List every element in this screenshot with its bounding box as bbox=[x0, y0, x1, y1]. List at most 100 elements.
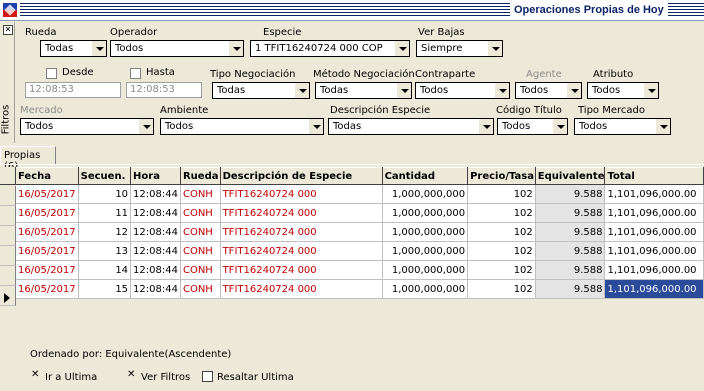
tipo-mercado-select[interactable]: Todos bbox=[574, 118, 671, 135]
chevron-down-icon[interactable] bbox=[487, 41, 502, 56]
desde-time-field[interactable]: 12:08:53 bbox=[25, 82, 121, 98]
table-cell[interactable]: 12:08:44 bbox=[130, 184, 181, 204]
table-cell[interactable]: 15 bbox=[78, 279, 132, 299]
table-cell[interactable]: 9.588 bbox=[535, 279, 606, 299]
table-cell[interactable]: 102 bbox=[467, 241, 536, 261]
table-cell[interactable]: 102 bbox=[467, 279, 536, 299]
column-header[interactable]: Secuen. bbox=[78, 167, 132, 185]
hasta-checkbox[interactable] bbox=[130, 68, 141, 79]
table-cell[interactable]: 11 bbox=[78, 203, 132, 223]
table-cell[interactable]: 9.588 bbox=[535, 203, 606, 223]
table-cell[interactable]: CONH bbox=[180, 241, 221, 261]
atributo-select[interactable]: Todos bbox=[587, 82, 659, 99]
table-cell[interactable]: 1,101,096,000.00 bbox=[604, 241, 704, 261]
mercado-select[interactable]: Todos bbox=[20, 118, 154, 135]
table-cell[interactable]: 9.588 bbox=[535, 184, 606, 204]
table-cell[interactable]: 1,000,000,000 bbox=[382, 241, 469, 261]
column-header[interactable]: Equivalente bbox=[535, 167, 606, 185]
table-cell[interactable]: 1,000,000,000 bbox=[382, 184, 469, 204]
table-row[interactable]: 16/05/2017 10 12:08:44 CONH TFIT16240724 000… bbox=[16, 184, 704, 204]
tipo-negociacion-select[interactable]: Todas bbox=[212, 82, 310, 99]
rueda-select[interactable]: Todas bbox=[40, 40, 107, 57]
table-cell[interactable]: 14 bbox=[78, 260, 132, 280]
operador-select[interactable]: Todos bbox=[110, 40, 244, 57]
table-cell[interactable]: 102 bbox=[467, 184, 536, 204]
chevron-down-icon[interactable] bbox=[228, 41, 243, 56]
table-cell[interactable]: 1,101,096,000.00 bbox=[604, 203, 704, 223]
metodo-negociacion-select[interactable]: Todas bbox=[315, 82, 412, 99]
row-selector[interactable] bbox=[0, 266, 16, 286]
row-selector[interactable] bbox=[0, 226, 16, 246]
ver-filtros-checkbox[interactable] bbox=[126, 369, 137, 382]
column-header[interactable]: Hora bbox=[130, 167, 181, 185]
table-row[interactable]: 16/05/2017 11 12:08:44 CONH TFIT16240724 000… bbox=[16, 203, 704, 223]
ver-filtros-option[interactable]: Ver Filtros bbox=[126, 369, 190, 383]
resaltar-ultima-checkbox[interactable] bbox=[202, 371, 213, 382]
table-cell[interactable]: 102 bbox=[467, 260, 536, 280]
chevron-down-icon[interactable] bbox=[566, 83, 581, 98]
table-cell[interactable]: 12:08:44 bbox=[130, 260, 181, 280]
chevron-down-icon[interactable] bbox=[138, 119, 153, 134]
table-cell[interactable]: 16/05/2017 bbox=[16, 184, 79, 204]
table-cell[interactable]: TFIT16240724 000 bbox=[220, 241, 383, 261]
table-cell[interactable]: 1,000,000,000 bbox=[382, 203, 469, 223]
table-row[interactable]: 16/05/2017 13 12:08:44 CONH TFIT16240724 000… bbox=[16, 241, 704, 261]
table-cell[interactable]: TFIT16240724 000 bbox=[220, 203, 383, 223]
chevron-down-icon[interactable] bbox=[294, 83, 309, 98]
chevron-down-icon[interactable] bbox=[478, 119, 493, 134]
table-cell[interactable]: 1,000,000,000 bbox=[382, 279, 469, 299]
table-cell[interactable]: 12:08:44 bbox=[130, 222, 181, 242]
filters-side-tab[interactable]: ✕ Filtros bbox=[0, 22, 15, 143]
table-cell[interactable]: 102 bbox=[467, 203, 536, 223]
table-cell[interactable]: TFIT16240724 000 bbox=[220, 260, 383, 280]
table-cell[interactable]: CONH bbox=[180, 222, 221, 242]
contraparte-select[interactable]: Todos bbox=[415, 82, 510, 99]
table-cell[interactable]: 1,101,096,000.00 bbox=[604, 184, 704, 204]
table-cell[interactable]: 9.588 bbox=[535, 241, 606, 261]
column-header[interactable]: Fecha bbox=[16, 167, 79, 185]
table-cell[interactable]: TFIT16240724 000 bbox=[220, 279, 383, 299]
table-cell[interactable]: CONH bbox=[180, 184, 221, 204]
table-cell[interactable]: 13 bbox=[78, 241, 132, 261]
ambiente-select[interactable]: Todos bbox=[160, 118, 324, 135]
chevron-down-icon[interactable] bbox=[494, 83, 509, 98]
table-cell[interactable]: 12 bbox=[78, 222, 132, 242]
descripcion-especie-select[interactable]: Todas bbox=[328, 118, 494, 135]
table-cell[interactable]: 16/05/2017 bbox=[16, 222, 79, 242]
table-cell[interactable]: TFIT16240724 000 bbox=[220, 184, 383, 204]
column-header[interactable]: Descripción de Especie bbox=[220, 167, 383, 185]
column-header[interactable]: Total bbox=[604, 167, 704, 185]
table-cell[interactable]: CONH bbox=[180, 203, 221, 223]
chevron-down-icon[interactable] bbox=[643, 83, 658, 98]
column-header[interactable]: Cantidad bbox=[382, 167, 469, 185]
codigo-titulo-select[interactable]: Todos bbox=[497, 118, 568, 135]
table-cell[interactable]: 16/05/2017 bbox=[16, 260, 79, 280]
row-selector[interactable] bbox=[0, 186, 16, 206]
table-cell[interactable]: 16/05/2017 bbox=[16, 241, 79, 261]
table-cell[interactable]: 1,000,000,000 bbox=[382, 260, 469, 280]
table-row[interactable]: 16/05/2017 15 12:08:44 CONH TFIT16240724 000… bbox=[16, 279, 704, 299]
chevron-down-icon[interactable] bbox=[655, 119, 670, 134]
table-cell[interactable]: 1,101,096,000.00 bbox=[604, 279, 704, 299]
table-cell[interactable]: 1,000,000,000 bbox=[382, 222, 469, 242]
table-row[interactable]: 16/05/2017 14 12:08:44 CONH TFIT16240724 000… bbox=[16, 260, 704, 280]
chevron-down-icon[interactable] bbox=[91, 41, 106, 56]
collapse-filters-icon[interactable]: ✕ bbox=[3, 25, 13, 35]
table-cell[interactable]: 12:08:44 bbox=[130, 241, 181, 261]
table-cell[interactable]: 12:08:44 bbox=[130, 279, 181, 299]
table-cell[interactable]: 10 bbox=[78, 184, 132, 204]
chevron-down-icon[interactable] bbox=[308, 119, 323, 134]
table-cell[interactable]: CONH bbox=[180, 260, 221, 280]
column-header[interactable]: Precio/Tasa bbox=[467, 167, 536, 185]
table-cell[interactable]: TFIT16240724 000 bbox=[220, 222, 383, 242]
table-cell[interactable]: 9.588 bbox=[535, 222, 606, 242]
table-cell[interactable]: 12:08:44 bbox=[130, 203, 181, 223]
ir-a-ultima-option[interactable]: Ir a Ultima bbox=[30, 369, 97, 383]
hasta-time-field[interactable]: 12:08:53 bbox=[126, 82, 202, 98]
table-row[interactable]: 16/05/2017 12 12:08:44 CONH TFIT16240724 000… bbox=[16, 222, 704, 242]
table-cell[interactable]: 16/05/2017 bbox=[16, 203, 79, 223]
table-cell[interactable]: 9.588 bbox=[535, 260, 606, 280]
row-selector[interactable] bbox=[0, 246, 16, 266]
ver-bajas-select[interactable]: Siempre bbox=[416, 40, 503, 57]
chevron-down-icon[interactable] bbox=[396, 83, 411, 98]
